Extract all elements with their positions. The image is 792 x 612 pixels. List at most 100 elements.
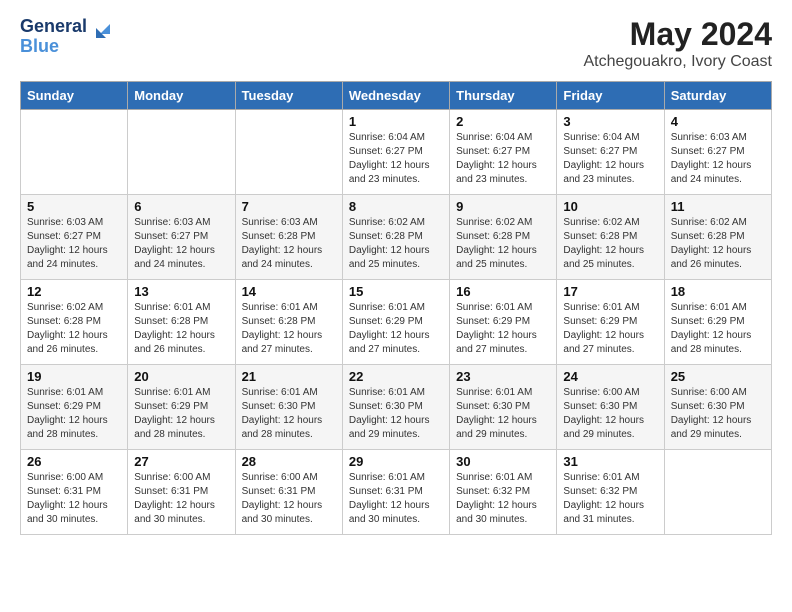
day-number: 4 xyxy=(671,114,765,129)
day-number: 14 xyxy=(242,284,336,299)
day-number: 22 xyxy=(349,369,443,384)
cell-info: Sunrise: 6:01 AMSunset: 6:32 PMDaylight:… xyxy=(563,471,657,527)
day-number: 11 xyxy=(671,199,765,214)
cell-info: Sunrise: 6:04 AMSunset: 6:27 PMDaylight:… xyxy=(456,131,550,187)
day-number: 31 xyxy=(563,454,657,469)
day-number: 26 xyxy=(27,454,121,469)
col-header-thursday: Thursday xyxy=(450,82,557,110)
calendar-cell: 20Sunrise: 6:01 AMSunset: 6:29 PMDayligh… xyxy=(128,365,235,450)
cell-info: Sunrise: 6:00 AMSunset: 6:30 PMDaylight:… xyxy=(563,386,657,442)
calendar-cell: 5 Sunrise: 6:03 AMSunset: 6:27 PMDaylight… xyxy=(21,195,128,280)
calendar-cell xyxy=(235,110,342,195)
week-row-4: 19 Sunrise: 6:01 AMSunset: 6:29 PMDayligh… xyxy=(21,365,772,450)
cell-info: Sunrise: 6:01 AMSunset: 6:28 PMDaylight:… xyxy=(242,301,336,357)
calendar-cell: 16Sunrise: 6:01 AMSunset: 6:29 PMDayligh… xyxy=(450,280,557,365)
cell-info: Sunrise: 6:03 AMSunset: 6:27 PMDaylight:… xyxy=(27,216,121,272)
page: General Blue May 2024 Atchegouakro, Ivor… xyxy=(0,0,792,551)
day-number: 30 xyxy=(456,454,550,469)
calendar-cell: 25 Sunrise: 6:00 AMSunset: 6:30 PMDayligh… xyxy=(664,365,771,450)
cell-info: Sunrise: 6:01 AMSunset: 6:29 PMDaylight:… xyxy=(671,301,765,357)
title-block: May 2024 Atchegouakro, Ivory Coast xyxy=(583,16,772,71)
calendar-cell: 22 Sunrise: 6:01 AMSunset: 6:30 PMDayligh… xyxy=(342,365,449,450)
week-row-5: 26 Sunrise: 6:00 AMSunset: 6:31 PMDayligh… xyxy=(21,450,772,535)
day-number: 9 xyxy=(456,199,550,214)
cell-info: Sunrise: 6:00 AMSunset: 6:31 PMDaylight:… xyxy=(134,471,228,527)
cell-info: Sunrise: 6:00 AMSunset: 6:31 PMDaylight:… xyxy=(242,471,336,527)
calendar-cell: 4 Sunrise: 6:03 AMSunset: 6:27 PMDaylight… xyxy=(664,110,771,195)
day-number: 25 xyxy=(671,369,765,384)
calendar-cell: 2 Sunrise: 6:04 AMSunset: 6:27 PMDaylight… xyxy=(450,110,557,195)
calendar-cell: 1 Sunrise: 6:04 AMSunset: 6:27 PMDaylight… xyxy=(342,110,449,195)
calendar-cell: 23Sunrise: 6:01 AMSunset: 6:30 PMDayligh… xyxy=(450,365,557,450)
calendar-cell: 19 Sunrise: 6:01 AMSunset: 6:29 PMDayligh… xyxy=(21,365,128,450)
day-number: 27 xyxy=(134,454,228,469)
calendar-header-row: SundayMondayTuesdayWednesdayThursdayFrid… xyxy=(21,82,772,110)
cell-info: Sunrise: 6:02 AMSunset: 6:28 PMDaylight:… xyxy=(27,301,121,357)
calendar-cell: 30 Sunrise: 6:01 AMSunset: 6:32 PMDayligh… xyxy=(450,450,557,535)
cell-info: Sunrise: 6:01 AMSunset: 6:29 PMDaylight:… xyxy=(563,301,657,357)
day-number: 6 xyxy=(134,199,228,214)
cell-info: Sunrise: 6:01 AMSunset: 6:30 PMDaylight:… xyxy=(456,386,550,442)
cell-info: Sunrise: 6:02 AMSunset: 6:28 PMDaylight:… xyxy=(456,216,550,272)
week-row-2: 5 Sunrise: 6:03 AMSunset: 6:27 PMDaylight… xyxy=(21,195,772,280)
cell-info: Sunrise: 6:00 AMSunset: 6:31 PMDaylight:… xyxy=(27,471,121,527)
calendar-cell: 28 Sunrise: 6:00 AMSunset: 6:31 PMDayligh… xyxy=(235,450,342,535)
calendar-cell: 13 Sunrise: 6:01 AMSunset: 6:28 PMDayligh… xyxy=(128,280,235,365)
calendar-cell: 15 Sunrise: 6:01 AMSunset: 6:29 PMDayligh… xyxy=(342,280,449,365)
calendar-cell xyxy=(664,450,771,535)
day-number: 21 xyxy=(242,369,336,384)
cell-info: Sunrise: 6:03 AMSunset: 6:27 PMDaylight:… xyxy=(671,131,765,187)
logo-text: General xyxy=(20,16,116,38)
cell-info: Sunrise: 6:01 AMSunset: 6:29 PMDaylight:… xyxy=(456,301,550,357)
cell-info: Sunrise: 6:00 AMSunset: 6:30 PMDaylight:… xyxy=(671,386,765,442)
cell-info: Sunrise: 6:03 AMSunset: 6:28 PMDaylight:… xyxy=(242,216,336,272)
day-number: 19 xyxy=(27,369,121,384)
calendar-cell: 17 Sunrise: 6:01 AMSunset: 6:29 PMDayligh… xyxy=(557,280,664,365)
cell-info: Sunrise: 6:01 AMSunset: 6:32 PMDaylight:… xyxy=(456,471,550,527)
day-number: 24 xyxy=(563,369,657,384)
week-row-1: 1 Sunrise: 6:04 AMSunset: 6:27 PMDaylight… xyxy=(21,110,772,195)
calendar-cell xyxy=(128,110,235,195)
day-number: 18 xyxy=(671,284,765,299)
day-number: 15 xyxy=(349,284,443,299)
cell-info: Sunrise: 6:03 AMSunset: 6:27 PMDaylight:… xyxy=(134,216,228,272)
location: Atchegouakro, Ivory Coast xyxy=(583,53,772,71)
day-number: 3 xyxy=(563,114,657,129)
header: General Blue May 2024 Atchegouakro, Ivor… xyxy=(20,16,772,71)
day-number: 1 xyxy=(349,114,443,129)
day-number: 10 xyxy=(563,199,657,214)
calendar-cell: 14 Sunrise: 6:01 AMSunset: 6:28 PMDayligh… xyxy=(235,280,342,365)
calendar-cell: 31 Sunrise: 6:01 AMSunset: 6:32 PMDayligh… xyxy=(557,450,664,535)
cell-info: Sunrise: 6:02 AMSunset: 6:28 PMDaylight:… xyxy=(671,216,765,272)
calendar-cell: 11 Sunrise: 6:02 AMSunset: 6:28 PMDayligh… xyxy=(664,195,771,280)
cell-info: Sunrise: 6:01 AMSunset: 6:30 PMDaylight:… xyxy=(349,386,443,442)
cell-info: Sunrise: 6:01 AMSunset: 6:29 PMDaylight:… xyxy=(134,386,228,442)
cell-info: Sunrise: 6:01 AMSunset: 6:28 PMDaylight:… xyxy=(134,301,228,357)
month-year: May 2024 xyxy=(583,16,772,53)
calendar-cell: 9 Sunrise: 6:02 AMSunset: 6:28 PMDaylight… xyxy=(450,195,557,280)
calendar-cell xyxy=(21,110,128,195)
calendar-cell: 6 Sunrise: 6:03 AMSunset: 6:27 PMDaylight… xyxy=(128,195,235,280)
col-header-sunday: Sunday xyxy=(21,82,128,110)
logo: General Blue xyxy=(20,16,116,57)
calendar-cell: 26 Sunrise: 6:00 AMSunset: 6:31 PMDayligh… xyxy=(21,450,128,535)
calendar-cell: 8Sunrise: 6:02 AMSunset: 6:28 PMDaylight… xyxy=(342,195,449,280)
day-number: 13 xyxy=(134,284,228,299)
calendar-cell: 29Sunrise: 6:01 AMSunset: 6:31 PMDayligh… xyxy=(342,450,449,535)
col-header-saturday: Saturday xyxy=(664,82,771,110)
col-header-wednesday: Wednesday xyxy=(342,82,449,110)
calendar-cell: 21Sunrise: 6:01 AMSunset: 6:30 PMDayligh… xyxy=(235,365,342,450)
cell-info: Sunrise: 6:04 AMSunset: 6:27 PMDaylight:… xyxy=(349,131,443,187)
col-header-tuesday: Tuesday xyxy=(235,82,342,110)
day-number: 7 xyxy=(242,199,336,214)
day-number: 5 xyxy=(27,199,121,214)
calendar-cell: 24 Sunrise: 6:00 AMSunset: 6:30 PMDayligh… xyxy=(557,365,664,450)
day-number: 2 xyxy=(456,114,550,129)
cell-info: Sunrise: 6:01 AMSunset: 6:29 PMDaylight:… xyxy=(349,301,443,357)
day-number: 28 xyxy=(242,454,336,469)
day-number: 17 xyxy=(563,284,657,299)
week-row-3: 12Sunrise: 6:02 AMSunset: 6:28 PMDayligh… xyxy=(21,280,772,365)
calendar-cell: 27 Sunrise: 6:00 AMSunset: 6:31 PMDayligh… xyxy=(128,450,235,535)
cell-info: Sunrise: 6:01 AMSunset: 6:29 PMDaylight:… xyxy=(27,386,121,442)
logo-icon xyxy=(94,16,116,38)
